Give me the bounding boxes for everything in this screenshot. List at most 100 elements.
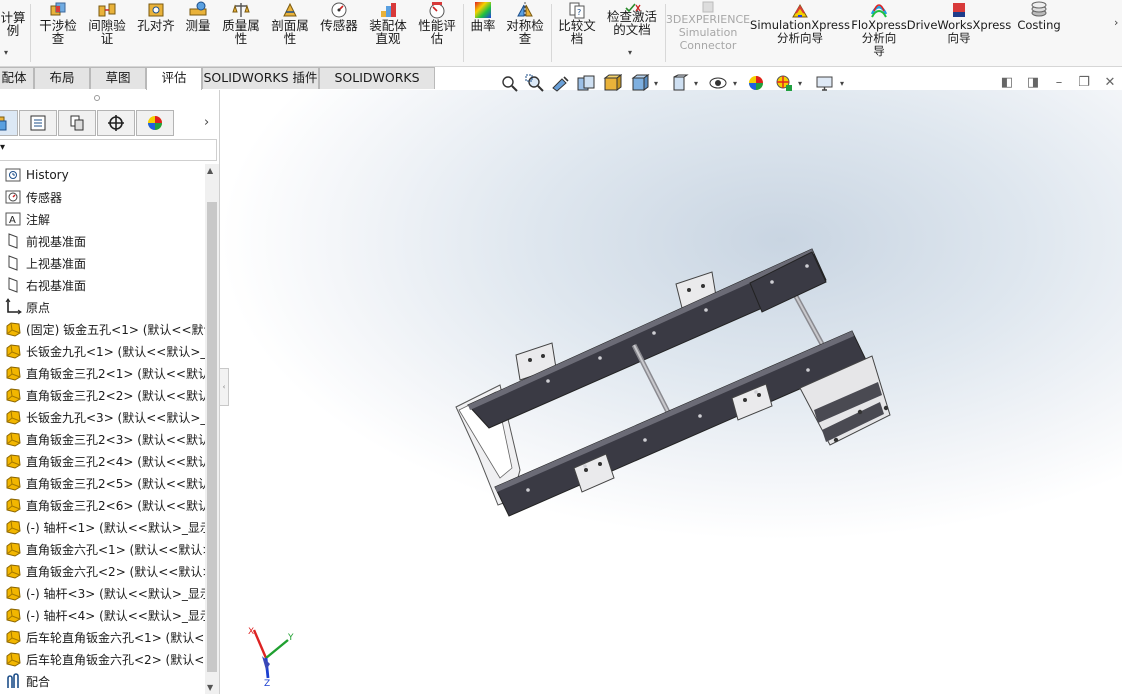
feature-manager-tab[interactable] [0, 110, 18, 136]
mass-properties-button[interactable]: 质量属 性 [218, 0, 264, 64]
part-icon [4, 650, 22, 668]
calc-dropdown-icon[interactable]: ▾ [4, 48, 8, 57]
tab-assembly[interactable]: 配体 [0, 67, 34, 89]
curvature-button[interactable]: 曲率 [467, 0, 499, 64]
tree-item[interactable]: 后车轮直角钣金六孔<2> (默认<< [0, 648, 205, 670]
part-icon [4, 474, 22, 492]
3dexperience-simulation-connector-button[interactable]: 3DEXPERIENCE Simulation Connector [666, 0, 750, 64]
ribbon-overflow-icon[interactable]: › [1114, 16, 1118, 29]
tree-item[interactable]: 前视基准面 [0, 230, 205, 252]
previous-view-icon[interactable] [550, 74, 570, 92]
part-icon [4, 452, 22, 470]
tab-layout[interactable]: 布局 [34, 67, 90, 89]
tree-item-label: 直角钣金三孔2<4> (默认<<默认 [26, 454, 205, 469]
scroll-thumb[interactable] [207, 202, 217, 672]
simulationxpress-button[interactable]: SimulationXpress 分析向导 [750, 0, 850, 64]
tree-item[interactable]: 后车轮直角钣金六孔<1> (默认<< [0, 626, 205, 648]
tile-left-icon[interactable]: ◧ [1000, 76, 1014, 90]
scroll-down-icon[interactable]: ▼ [207, 683, 213, 692]
assembly-visualization-button[interactable]: 装配体 直观 [365, 0, 411, 64]
display-manager-tab[interactable] [136, 110, 174, 136]
interference-detection-button[interactable]: 干涉检 查 [36, 0, 80, 64]
view-settings-icon[interactable] [774, 74, 794, 92]
section-view-icon[interactable] [576, 74, 596, 92]
tree-item[interactable]: (-) 轴杆<4> (默认<<默认>_显示 [0, 604, 205, 626]
tree-item[interactable]: 直角钣金三孔2<1> (默认<<默认 [0, 362, 205, 384]
configuration-manager-tab[interactable] [58, 110, 96, 136]
3dx-sim-icon [699, 1, 717, 13]
chassis-model[interactable] [221, 90, 1122, 694]
compare-documents-button[interactable]: ? 比较文 档 [555, 0, 599, 64]
triad-x-label: X [248, 627, 254, 637]
tree-item[interactable]: 直角钣金三孔2<2> (默认<<默认 [0, 384, 205, 406]
tree-item[interactable]: 直角钣金六孔<2> (默认<<默认> [0, 560, 205, 582]
view-orientation-icon[interactable] [602, 74, 623, 92]
manager-tabs-more-icon[interactable]: › [204, 115, 209, 130]
monitor-icon[interactable] [815, 74, 835, 92]
sensor-button[interactable]: 传感器 [316, 0, 362, 64]
tree-item[interactable]: History [0, 164, 205, 186]
tree-item[interactable]: (-) 轴杆<1> (默认<<默认>_显示 [0, 516, 205, 538]
measure-button[interactable]: 测量 [182, 0, 214, 64]
edit-appearance-icon[interactable] [708, 74, 728, 92]
costing-button[interactable]: Costing [1012, 0, 1066, 64]
driveworksxpress-button[interactable]: DriveWorksXpress 向导 [907, 0, 1011, 64]
monitor-dropdown-icon[interactable]: ▾ [840, 79, 844, 88]
tree-item[interactable]: (-) 轴杆<3> (默认<<默认>_显示 [0, 582, 205, 604]
tree-item[interactable]: 直角钣金三孔2<3> (默认<<默认 [0, 428, 205, 450]
tab-sketch[interactable]: 草图 [90, 67, 146, 89]
origin-icon [4, 298, 22, 316]
tab-solidworks-mbd[interactable]: SOLIDWORKS MBD [319, 67, 435, 105]
display-style-dropdown-icon[interactable]: ▾ [654, 79, 658, 88]
svg-text:?: ? [577, 8, 581, 17]
tree-filter-bar[interactable]: ▾ [0, 139, 217, 161]
feature-manager-icon [0, 116, 7, 131]
tree-item[interactable]: 长钣金九孔<3> (默认<<默认>_显 [0, 406, 205, 428]
hole-align-icon [147, 1, 165, 19]
tree-item[interactable]: 原点 [0, 296, 205, 318]
apply-scene-icon[interactable] [748, 74, 768, 92]
panel-grip[interactable] [94, 95, 100, 101]
clearance-verification-button[interactable]: 间隙验 证 [85, 0, 129, 64]
restore-icon[interactable]: ❐ [1077, 76, 1091, 90]
filter-icon[interactable]: ▾ [0, 142, 5, 153]
tree-item[interactable]: 配合 [0, 670, 205, 692]
check-active-dropdown-icon[interactable]: ▾ [628, 48, 632, 57]
tree-item[interactable]: 右视基准面 [0, 274, 205, 296]
display-manager-icon [148, 116, 162, 130]
graphics-area[interactable] [221, 90, 1122, 694]
tree-item[interactable]: 上视基准面 [0, 252, 205, 274]
dimxpert-tab[interactable] [97, 110, 135, 136]
tree-item[interactable]: A 注解 [0, 208, 205, 230]
performance-evaluation-button[interactable]: 性能评 估 [414, 0, 460, 64]
driveworks-icon [950, 1, 968, 19]
tree-item[interactable]: 直角钣金三孔2<5> (默认<<默认 [0, 472, 205, 494]
hole-alignment-button[interactable]: 孔对齐 [134, 0, 178, 64]
panel-collapse-handle[interactable]: ‹ [220, 368, 229, 406]
minimize-icon[interactable]: – [1052, 76, 1066, 90]
hide-show-icon[interactable] [670, 74, 690, 92]
floxpress-button[interactable]: FloXpress 分析向 导 [851, 0, 907, 64]
display-style-icon[interactable] [630, 74, 650, 92]
tree-item[interactable]: 长钣金九孔<1> (默认<<默认>_显 [0, 340, 205, 362]
close-icon[interactable]: ✕ [1103, 76, 1117, 90]
scroll-up-icon[interactable]: ▲ [207, 166, 213, 175]
tree-scrollbar[interactable]: ▲ ▼ [205, 164, 219, 694]
tree-item[interactable]: 直角钣金六孔<1> (默认<<默认> [0, 538, 205, 560]
view-settings-dropdown-icon[interactable]: ▾ [798, 79, 802, 88]
edit-appearance-dropdown-icon[interactable]: ▾ [733, 79, 737, 88]
floxpress-icon [870, 1, 888, 19]
zoom-to-area-icon[interactable] [525, 74, 545, 92]
tree-item[interactable]: (固定) 钣金五孔<1> (默认<<默认 [0, 318, 205, 340]
hide-show-dropdown-icon[interactable]: ▾ [694, 79, 698, 88]
tree-item[interactable]: 传感器 [0, 186, 205, 208]
property-manager-tab[interactable] [19, 110, 57, 136]
tab-evaluate[interactable]: 评估 [146, 67, 202, 90]
tree-item[interactable]: 直角钣金三孔2<4> (默认<<默认 [0, 450, 205, 472]
zoom-to-fit-icon[interactable] [500, 74, 520, 92]
tree-item[interactable]: 直角钣金三孔2<6> (默认<<默认 [0, 494, 205, 516]
section-properties-button[interactable]: 剖面属 性 [267, 0, 313, 64]
tile-right-icon[interactable]: ◨ [1026, 76, 1040, 90]
symmetry-check-button[interactable]: 对称检 查 [503, 0, 547, 64]
tab-solidworks-addins[interactable]: SOLIDWORKS 插件 [202, 67, 319, 89]
